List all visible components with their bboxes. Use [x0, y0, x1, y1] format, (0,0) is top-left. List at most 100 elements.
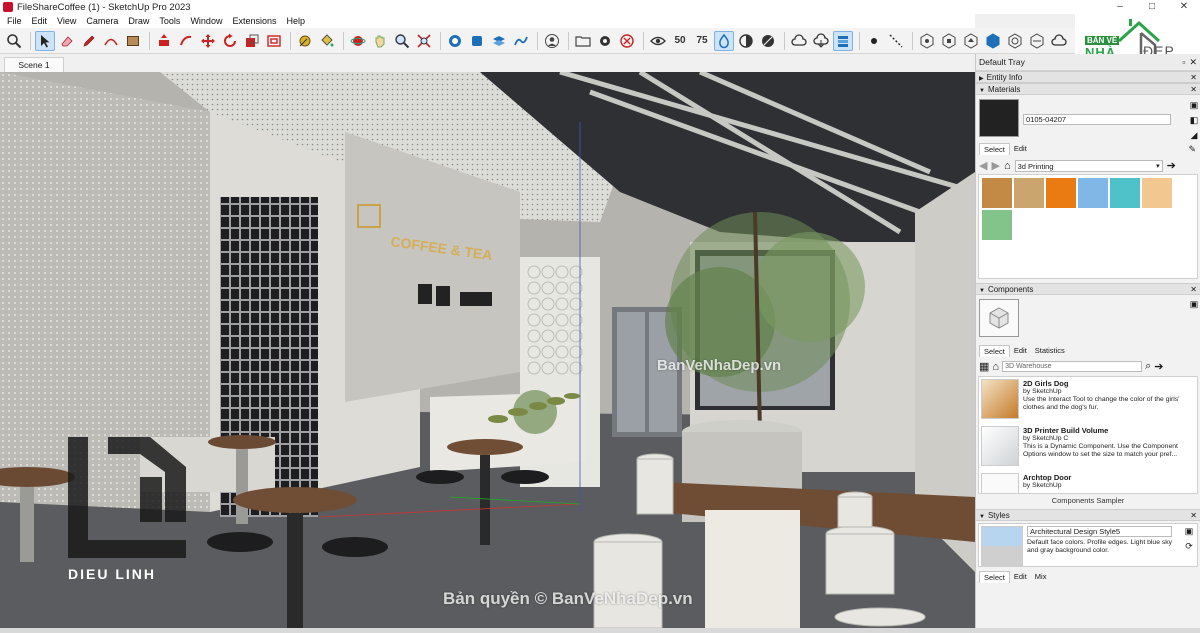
- arc-tool[interactable]: [101, 31, 121, 51]
- shading-tool[interactable]: [758, 31, 778, 51]
- paint-bucket-tool[interactable]: [317, 31, 337, 51]
- maximize-button[interactable]: □: [1136, 0, 1168, 14]
- cloud-tool[interactable]: [789, 31, 809, 51]
- quality-50-tool[interactable]: 50: [670, 31, 690, 51]
- panel-close-icon[interactable]: ✕: [1190, 285, 1197, 294]
- push-pull-tool[interactable]: [154, 31, 174, 51]
- update-style-icon[interactable]: ⟳: [1185, 541, 1193, 552]
- menu-extensions[interactable]: Extensions: [227, 16, 281, 26]
- minimize-button[interactable]: –: [1104, 0, 1136, 14]
- components-tab-statistics[interactable]: Statistics: [1031, 345, 1069, 357]
- display-in-model-icon[interactable]: ▣: [1190, 100, 1199, 111]
- scene-tab-1[interactable]: Scene 1: [4, 57, 64, 72]
- open-folder-tool[interactable]: [573, 31, 593, 51]
- components-tab-edit[interactable]: Edit: [1010, 345, 1031, 357]
- select-tool[interactable]: [35, 30, 55, 51]
- home-icon[interactable]: ⌂: [1004, 160, 1011, 172]
- hex-tool-4[interactable]: [983, 31, 1003, 51]
- warehouse-tool[interactable]: [445, 31, 465, 51]
- components-search-input[interactable]: 3D Warehouse: [1002, 361, 1143, 372]
- menu-edit[interactable]: Edit: [27, 16, 53, 26]
- details-arrow-icon[interactable]: ➔: [1167, 159, 1176, 172]
- material-swatch[interactable]: [1046, 178, 1076, 208]
- menu-draw[interactable]: Draw: [123, 16, 154, 26]
- hex-tool-1[interactable]: [917, 31, 937, 51]
- scale-tool[interactable]: [242, 31, 262, 51]
- menu-view[interactable]: View: [52, 16, 81, 26]
- tray-pin-icon[interactable]: ▫: [1182, 57, 1185, 68]
- material-swatch[interactable]: [982, 178, 1012, 208]
- list-item[interactable]: Archtop Door by SketchUp: [979, 471, 1197, 493]
- contrast-tool[interactable]: [736, 31, 756, 51]
- layers-tool[interactable]: [489, 31, 509, 51]
- settings-tool[interactable]: [595, 31, 615, 51]
- material-name-input[interactable]: 0105-04207: [1023, 113, 1171, 125]
- list-item[interactable]: 3D Printer Build Volume by SketchUp C Th…: [979, 424, 1197, 471]
- eyedropper-icon[interactable]: ✎: [1188, 144, 1196, 155]
- materials-tab-edit[interactable]: Edit: [1010, 143, 1031, 155]
- move-tool[interactable]: [198, 31, 218, 51]
- zoom-extents-tool[interactable]: [414, 31, 434, 51]
- quality-75-tool[interactable]: 75: [692, 31, 712, 51]
- style-name-input[interactable]: Architectural Design Style5: [1027, 526, 1172, 537]
- styles-tab-edit[interactable]: Edit: [1010, 571, 1031, 583]
- materials-tray-tool[interactable]: [833, 30, 853, 51]
- menu-file[interactable]: File: [2, 16, 27, 26]
- pan-tool[interactable]: [370, 31, 390, 51]
- back-arrow-icon[interactable]: ◀: [979, 159, 987, 172]
- material-swatch[interactable]: [1014, 178, 1044, 208]
- material-swatch[interactable]: [1078, 178, 1108, 208]
- point-tool[interactable]: [864, 31, 884, 51]
- tape-measure-tool[interactable]: [295, 31, 315, 51]
- follow-me-tool[interactable]: [176, 31, 196, 51]
- hex-tool-3[interactable]: [961, 31, 981, 51]
- default-material-icon[interactable]: ◢: [1191, 130, 1198, 141]
- material-library-select[interactable]: 3d Printing ▾: [1014, 159, 1163, 172]
- menu-help[interactable]: Help: [281, 16, 310, 26]
- search-icon[interactable]: ⌕: [1145, 360, 1151, 373]
- cloud-download-tool[interactable]: [811, 31, 831, 51]
- details-arrow-icon[interactable]: ➔: [1154, 360, 1163, 373]
- zoom-window-tool[interactable]: [4, 31, 24, 51]
- panel-close-icon[interactable]: ✕: [1190, 73, 1197, 82]
- close-window-button[interactable]: ✕: [1168, 0, 1200, 14]
- water-drop-tool[interactable]: [714, 30, 734, 51]
- home-icon[interactable]: ⌂: [992, 361, 999, 373]
- hex-tool-2[interactable]: [939, 31, 959, 51]
- menu-tools[interactable]: Tools: [154, 16, 185, 26]
- sandbox-tool[interactable]: [511, 31, 531, 51]
- forward-arrow-icon[interactable]: ▶: [991, 159, 999, 172]
- zoom-tool[interactable]: [392, 31, 412, 51]
- cloud-sync-tool[interactable]: [1049, 31, 1069, 51]
- view-options-icon[interactable]: ▦: [979, 360, 989, 373]
- eraser-tool[interactable]: [57, 31, 77, 51]
- hex-tool-6[interactable]: [1027, 31, 1047, 51]
- pencil-tool[interactable]: [79, 31, 99, 51]
- material-swatch[interactable]: [982, 210, 1012, 240]
- hex-tool-5[interactable]: [1005, 31, 1025, 51]
- rectangle-tool[interactable]: [123, 31, 143, 51]
- cancel-tool[interactable]: [617, 31, 637, 51]
- list-item[interactable]: 2D Girls Dog by SketchUp Use the Interac…: [979, 377, 1197, 424]
- create-material-icon[interactable]: ◧: [1190, 115, 1199, 126]
- styles-tab-select[interactable]: Select: [979, 571, 1010, 583]
- materials-panel-header[interactable]: ▼ Materials ✕: [976, 83, 1200, 95]
- line-tool[interactable]: [886, 31, 906, 51]
- rotate-tool[interactable]: [220, 31, 240, 51]
- styles-tab-mix[interactable]: Mix: [1031, 571, 1051, 583]
- panel-close-icon[interactable]: ✕: [1190, 85, 1197, 94]
- style-thumbnail[interactable]: [981, 526, 1023, 566]
- panel-close-icon[interactable]: ✕: [1190, 511, 1197, 520]
- materials-tab-select[interactable]: Select: [979, 143, 1010, 155]
- material-swatch[interactable]: [1110, 178, 1140, 208]
- components-tab-select[interactable]: Select: [979, 345, 1010, 357]
- extension-warehouse-tool[interactable]: [467, 31, 487, 51]
- menu-window[interactable]: Window: [185, 16, 227, 26]
- menu-camera[interactable]: Camera: [81, 16, 123, 26]
- create-style-icon[interactable]: ▣: [1185, 526, 1194, 537]
- components-panel-header[interactable]: ▼ Components ✕: [976, 283, 1200, 295]
- model-viewport[interactable]: COFFEE & TEA DIEU LINH BanVeNhaDep.vn Bả…: [0, 72, 975, 628]
- entity-info-panel-header[interactable]: ▶ Entity Info ✕: [976, 71, 1200, 83]
- orbit-tool[interactable]: [348, 31, 368, 51]
- styles-panel-header[interactable]: ▼ Styles ✕: [976, 509, 1200, 521]
